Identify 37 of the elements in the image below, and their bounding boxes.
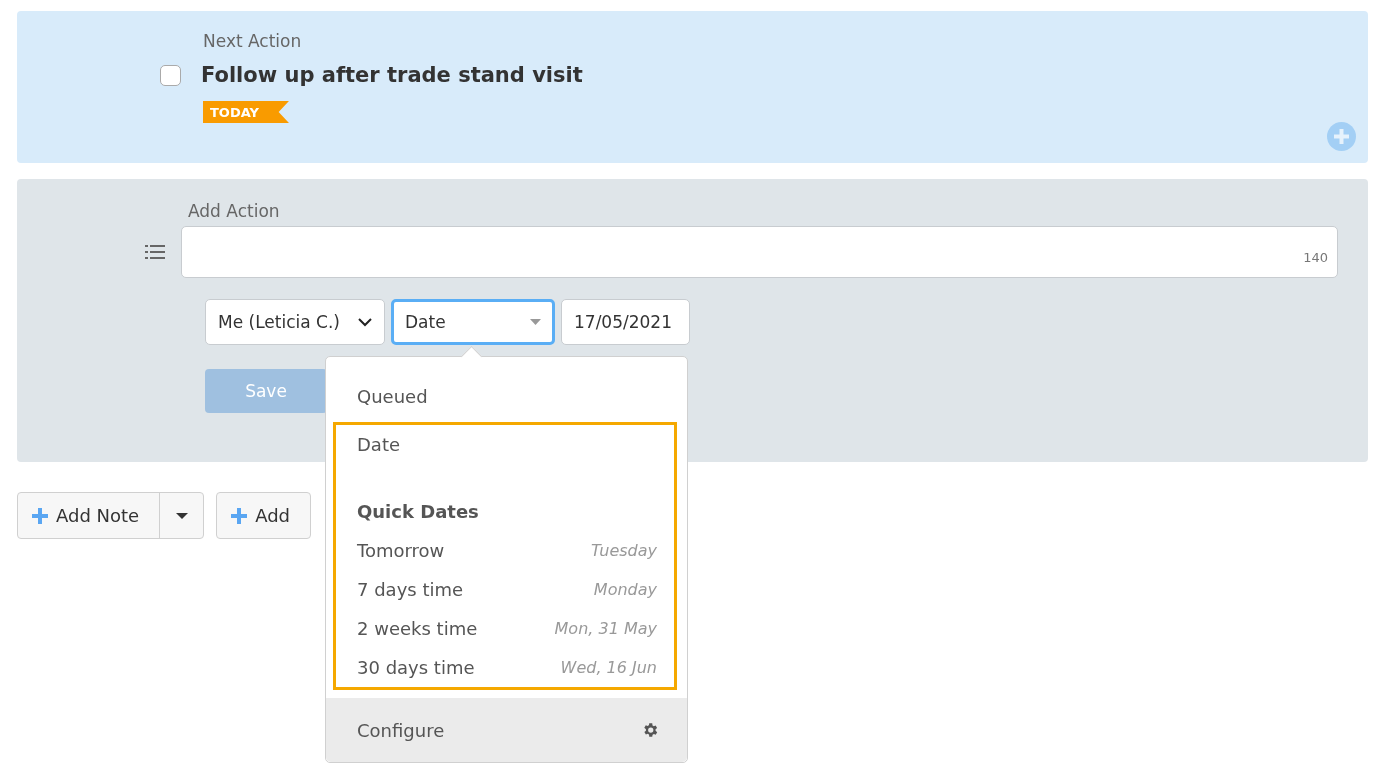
add-button[interactable]: Add [217,493,311,538]
plus-icon [32,507,48,524]
configure-item[interactable]: Configure [326,698,687,762]
menu-option[interactable]: Queued [357,377,687,416]
quick-date-item[interactable]: 2 weeks time Mon, 31 May [357,609,657,648]
quick-date-item[interactable]: 30 days time Wed, 16 Jun [357,648,657,687]
chevron-down-icon [358,317,372,327]
gear-icon [641,721,659,739]
quick-date-day: Wed, 16 Jun [560,658,657,677]
caret-down-icon [530,319,541,325]
today-ribbon: TODAY [203,101,289,123]
checkbox[interactable] [160,64,181,86]
assignee-select[interactable]: Me (Leticia C.) [205,299,385,345]
quick-date-label: 2 weeks time [357,618,478,639]
quick-date-day: Tuesday [591,541,657,560]
menu-heading: Quick Dates [357,500,480,524]
quick-date-label: 30 days time [357,657,475,678]
date-field[interactable]: 17/05/2021 [561,299,690,345]
quick-date-day: Monday [593,580,657,599]
character-count: 140 [1303,250,1328,265]
section-label: Add Action [188,201,281,221]
plus-icon [231,507,248,524]
section-label: Next Action [203,31,303,51]
action-input-field[interactable]: 140 [181,226,1338,278]
date-type-select[interactable]: Date [391,299,555,345]
list-icon [145,244,165,260]
action-title: Follow up after trade stand visit [201,63,583,87]
add-button[interactable]: Add Note [18,493,160,538]
configure-label: Configure [357,719,445,741]
quick-date-label: 7 days time [357,579,464,600]
quick-date-item[interactable]: 7 days time Monday [357,570,657,609]
quick-date-item[interactable]: Tomorrow Tuesday [357,531,657,570]
quick-date-day: Mon, 31 May [554,619,657,638]
menu-option[interactable]: Date [357,425,657,464]
add-circle-icon[interactable] [1327,122,1356,151]
quick-date-label: Tomorrow [357,540,445,561]
caret-down-icon [175,512,188,519]
